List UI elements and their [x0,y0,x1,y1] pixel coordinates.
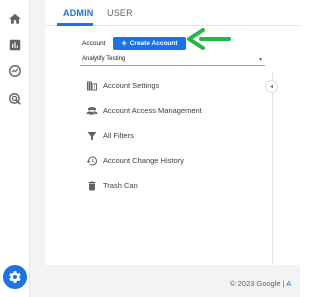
explore-icon [9,65,21,77]
footer-link[interactable]: A [286,279,291,288]
copyright-text: © 2023 Google [230,279,281,288]
reports-nav-button[interactable] [8,38,22,52]
menu-item-account-settings[interactable]: Account Settings [82,78,262,94]
menu-item-label: All Filters [103,131,134,140]
menu-item-label: Account Settings [103,81,160,90]
explore-nav-button[interactable] [8,64,22,78]
column-divider [272,72,273,265]
main-area: ADMIN USER Account + Create Account Anal… [30,0,300,297]
app-root: ADMIN USER Account + Create Account Anal… [0,0,300,297]
create-account-button-label: Create Account [129,40,178,47]
collapse-panel-button[interactable]: ◂ [265,80,278,93]
menu-item-label: Account Change History [103,156,184,165]
active-tab-indicator [57,23,93,26]
account-label: Account [82,40,106,47]
bar-chart-icon [9,39,21,51]
annotation-arrow-icon [187,28,231,50]
home-nav-button[interactable] [8,12,22,26]
filter-icon [87,132,97,141]
footer: © 2023 Google | A [230,279,291,288]
tab-user[interactable]: USER [107,8,133,18]
menu-item-all-filters[interactable]: All Filters [82,128,262,144]
menu-item-account-change-history[interactable]: Account Change History [82,153,262,169]
trash-icon [88,181,96,191]
admin-panel: ADMIN USER Account + Create Account Anal… [45,0,300,265]
gear-icon [9,271,21,283]
menu-item-trash-can[interactable]: Trash Can [82,178,262,194]
tab-admin[interactable]: ADMIN [63,8,94,18]
building-icon [87,81,97,91]
tab-bar: ADMIN USER [45,0,300,26]
history-icon [86,156,97,166]
home-icon [9,13,21,24]
advertising-nav-button[interactable] [8,92,22,106]
admin-settings-button[interactable] [3,265,27,289]
chevron-left-icon: ◂ [269,84,273,90]
account-header-row: Account + Create Account [82,37,282,51]
people-icon [86,106,98,115]
account-selector-dropdown[interactable]: Analytify Testing ▼ [80,54,265,66]
create-account-button[interactable]: + Create Account [113,37,186,50]
menu-item-label: Trash Can [103,181,138,190]
menu-item-account-access-management[interactable]: Account Access Management [82,103,262,119]
plus-icon: + [121,38,127,48]
dropdown-caret-icon: ▼ [258,57,263,63]
footer-separator: | [282,279,285,288]
menu-item-label: Account Access Management [103,106,202,115]
account-selector-value: Analytify Testing [82,56,126,62]
left-nav-rail [0,0,30,297]
target-cursor-icon [9,93,21,105]
